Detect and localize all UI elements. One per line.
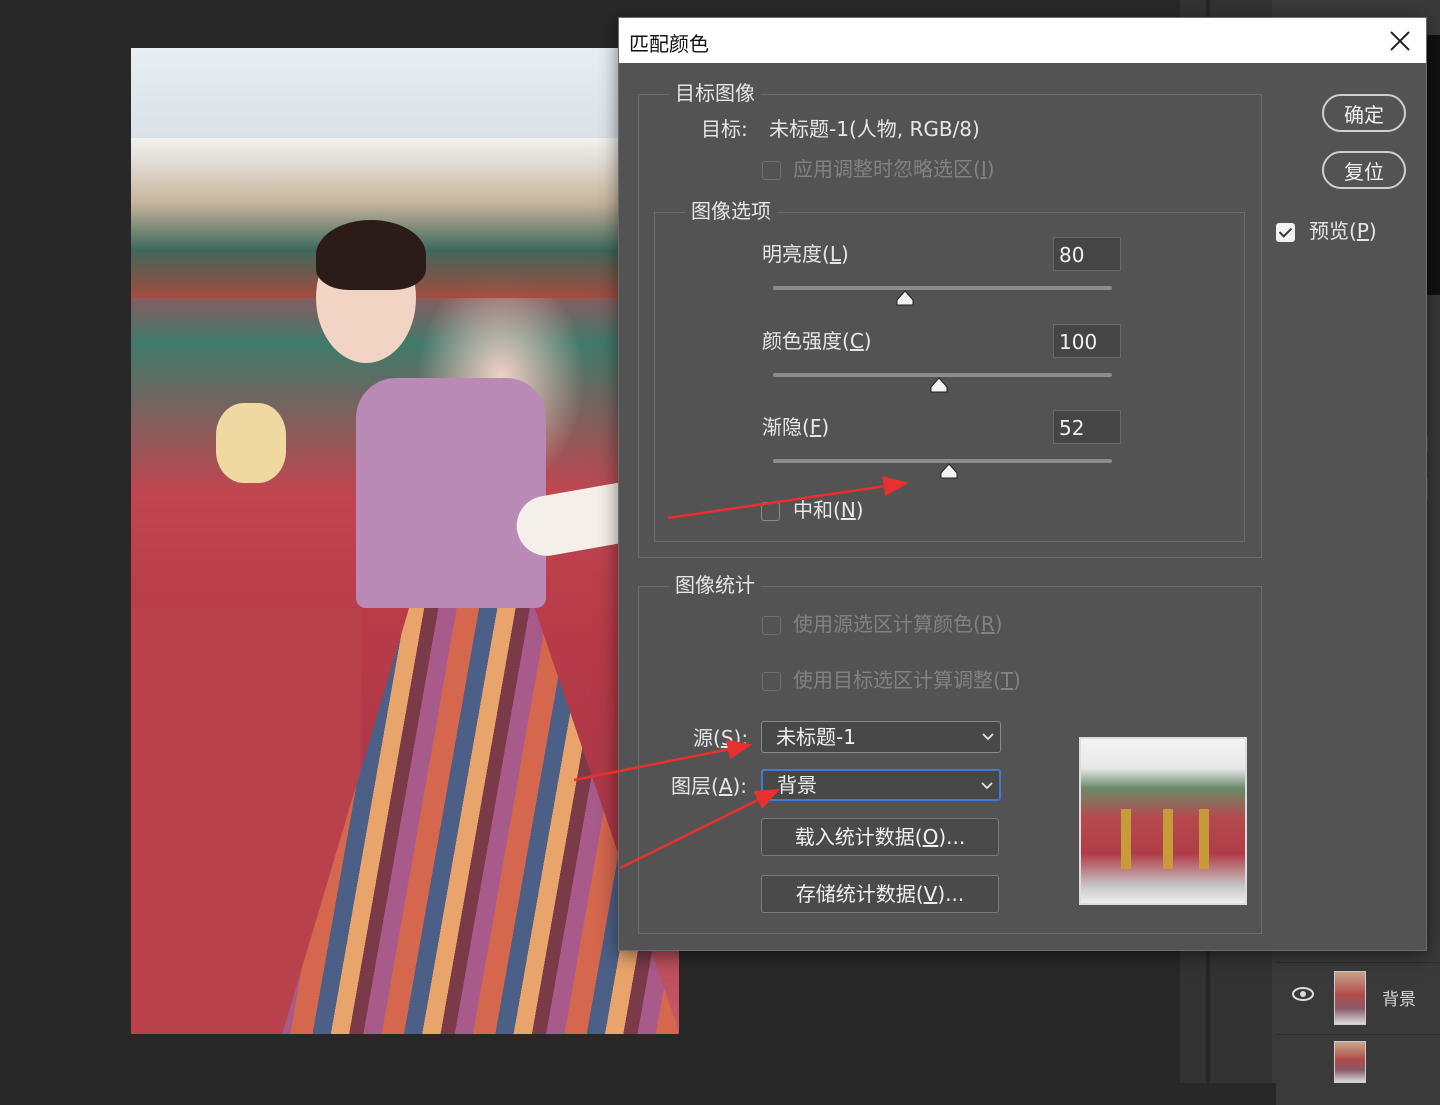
preview-pillar bbox=[1199, 809, 1209, 869]
layer-row-background[interactable]: 背景 bbox=[1276, 962, 1440, 1033]
target-image-legend: 目标图像 bbox=[669, 81, 761, 105]
preview-pillar bbox=[1163, 809, 1173, 869]
layer-select[interactable]: 背景 bbox=[761, 769, 1001, 801]
fade-slider-thumb[interactable] bbox=[940, 463, 958, 479]
panel-black-area bbox=[1425, 35, 1440, 295]
fade-label: 渐隐(F) bbox=[762, 415, 830, 439]
color-intensity-slider-thumb[interactable] bbox=[930, 377, 948, 393]
target-label: 目标: bbox=[701, 117, 748, 141]
source-label: 源(S): bbox=[693, 726, 749, 750]
color-intensity-label: 颜色强度(C) bbox=[762, 329, 872, 353]
image-options-group bbox=[654, 212, 1245, 542]
neutralize-label: 中和(N) bbox=[793, 498, 864, 522]
layer-row-next[interactable] bbox=[1276, 1034, 1440, 1105]
photo-torso bbox=[356, 378, 546, 608]
neutralize-checkbox[interactable] bbox=[761, 502, 780, 521]
layer-thumbnail bbox=[1334, 1041, 1366, 1083]
layer-thumbnail bbox=[1334, 971, 1366, 1025]
brightness-label: 明亮度(L) bbox=[762, 242, 849, 266]
reset-button[interactable]: 复位 bbox=[1322, 151, 1406, 189]
match-color-dialog: 匹配颜色 目标图像 目标: 未标题-1(人物, RGB/8) 应用调整时忽略选区… bbox=[618, 17, 1427, 951]
photo-hair bbox=[316, 220, 426, 290]
dialog-title: 匹配颜色 bbox=[629, 32, 709, 56]
chevron-down-icon bbox=[981, 782, 993, 790]
target-value: 未标题-1(人物, RGB/8) bbox=[769, 117, 980, 141]
fade-input[interactable]: 52 bbox=[1053, 410, 1121, 444]
photo-mask bbox=[216, 403, 286, 483]
use-target-selection-label: 使用目标选区计算调整(T) bbox=[793, 668, 1021, 692]
load-statistics-button[interactable]: 载入统计数据(O)... bbox=[761, 818, 999, 856]
layer-select-value: 背景 bbox=[777, 773, 817, 797]
document-photo bbox=[131, 48, 679, 1034]
layer-name: 背景 bbox=[1382, 990, 1416, 1010]
source-select-value: 未标题-1 bbox=[776, 725, 856, 749]
use-target-selection-checkbox[interactable] bbox=[762, 672, 781, 691]
use-source-selection-checkbox[interactable] bbox=[762, 616, 781, 635]
ok-button[interactable]: 确定 bbox=[1322, 94, 1406, 132]
eye-icon[interactable] bbox=[1292, 987, 1314, 1001]
preview-checkbox[interactable] bbox=[1276, 223, 1295, 242]
chevron-down-icon bbox=[982, 733, 994, 741]
preview-label: 预览(P) bbox=[1309, 219, 1377, 243]
brightness-slider-track[interactable] bbox=[773, 286, 1112, 290]
source-select[interactable]: 未标题-1 bbox=[761, 721, 1001, 753]
image-statistics-legend: 图像统计 bbox=[669, 573, 761, 597]
dialog-titlebar[interactable]: 匹配颜色 bbox=[619, 18, 1426, 63]
brightness-slider-thumb[interactable] bbox=[896, 290, 914, 306]
use-source-selection-label: 使用源选区计算颜色(R) bbox=[793, 612, 1003, 636]
close-icon[interactable] bbox=[1385, 26, 1415, 56]
save-statistics-button[interactable]: 存储统计数据(V)... bbox=[761, 875, 999, 913]
color-intensity-input[interactable]: 100 bbox=[1053, 324, 1121, 358]
layer-label: 图层(A): bbox=[671, 774, 748, 798]
image-options-legend: 图像选项 bbox=[685, 199, 777, 223]
preview-pillar bbox=[1121, 809, 1131, 869]
ignore-selection-checkbox[interactable] bbox=[762, 161, 781, 180]
ignore-selection-label: 应用调整时忽略选区(I) bbox=[793, 157, 995, 181]
source-preview-thumbnail bbox=[1079, 737, 1247, 905]
brightness-input[interactable]: 80 bbox=[1053, 237, 1121, 271]
